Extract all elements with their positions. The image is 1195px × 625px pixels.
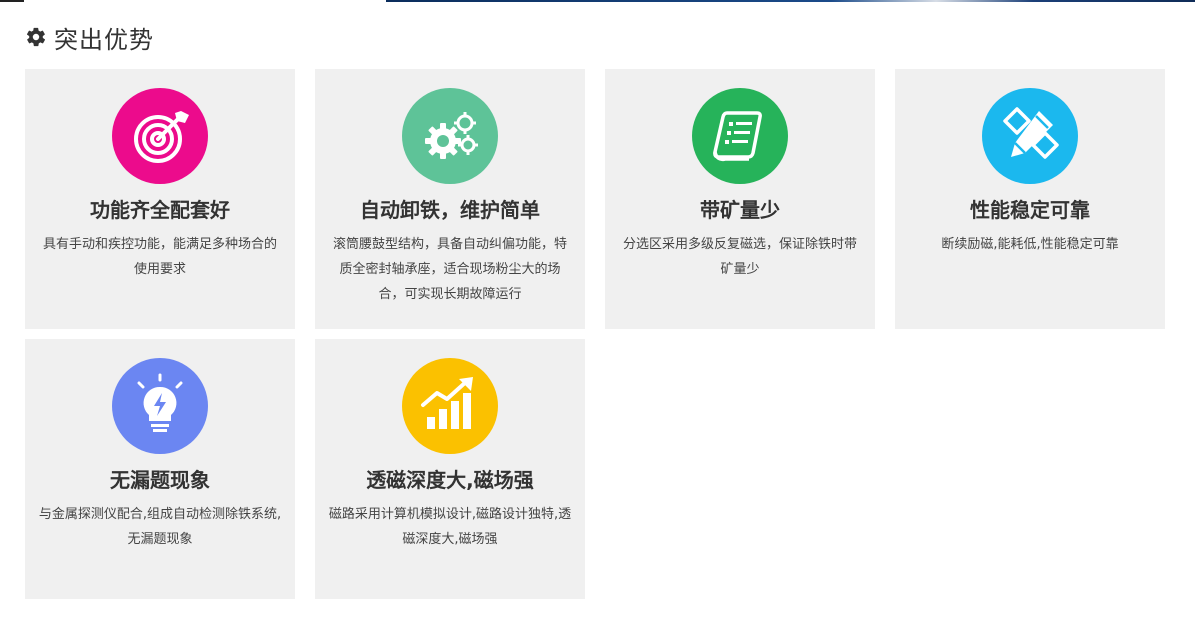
card-description: 与金属探测仪配合,组成自动检测除铁系统,无漏题现象: [38, 507, 282, 547]
card-description: 磁路采用计算机模拟设计,磁路设计独特,透磁深度大,磁场强: [328, 507, 572, 547]
card-title: 无漏题现象: [110, 468, 210, 492]
growth-chart-icon: [421, 377, 473, 429]
card-description: 具有手动和疾控功能，能满足多种场合的使用要求: [42, 237, 277, 277]
card-description: 分选区采用多级反复磁选，保证除铁时带矿量少: [622, 237, 857, 277]
card-description: 断续励磁,能耗低,性能稳定可靠: [941, 237, 1119, 252]
document-icon: [713, 111, 762, 162]
icon-circle: [402, 88, 498, 184]
advantage-card-features: 功能齐全配套好 具有手动和疾控功能，能满足多种场合的使用要求: [25, 69, 295, 329]
advantages-grid: 功能齐全配套好 具有手动和疾控功能，能满足多种场合的使用要求 自动卸铁，维护简单…: [25, 69, 1165, 599]
icon-circle: [112, 88, 208, 184]
top-banner-strip: [386, 0, 1195, 2]
gear-icon: [26, 27, 46, 47]
advantage-card-maintenance: 自动卸铁，维护简单 滚筒腰鼓型结构，具备自动纠偏功能，特质全密封轴承座，适合现场…: [315, 69, 585, 329]
advantage-card-reliability: 性能稳定可靠 断续励磁,能耗低,性能稳定可靠: [895, 69, 1165, 329]
section-header: 突出优势: [25, 20, 154, 54]
card-title: 功能齐全配套好: [90, 198, 230, 222]
card-description: 滚筒腰鼓型结构，具备自动纠偏功能，特质全密封轴承座，适合现场粉尘大的场合，可实现…: [332, 237, 567, 302]
icon-circle: [112, 358, 208, 454]
gears-icon: [425, 112, 478, 159]
icon-circle: [982, 88, 1078, 184]
advantage-card-ore: 带矿量少 分选区采用多级反复磁选，保证除铁时带矿量少: [605, 69, 875, 329]
top-bar-left: [0, 0, 24, 2]
icon-circle: [692, 88, 788, 184]
card-title: 性能稳定可靠: [970, 198, 1090, 222]
icon-circle: [402, 358, 498, 454]
card-title: 自动卸铁，维护简单: [360, 198, 540, 222]
advantage-card-no-miss: 无漏题现象 与金属探测仪配合,组成自动检测除铁系统,无漏题现象: [25, 339, 295, 599]
target-icon: [134, 111, 189, 163]
card-title: 带矿量少: [700, 198, 780, 222]
advantage-card-magnetic: 透磁深度大,磁场强 磁路采用计算机模拟设计,磁路设计独特,透磁深度大,磁场强: [315, 339, 585, 599]
pencil-ruler-icon: [1003, 107, 1059, 159]
card-title: 透磁深度大,磁场强: [366, 468, 534, 492]
section-title: 突出优势: [54, 25, 154, 54]
lightbulb-icon: [137, 373, 183, 432]
